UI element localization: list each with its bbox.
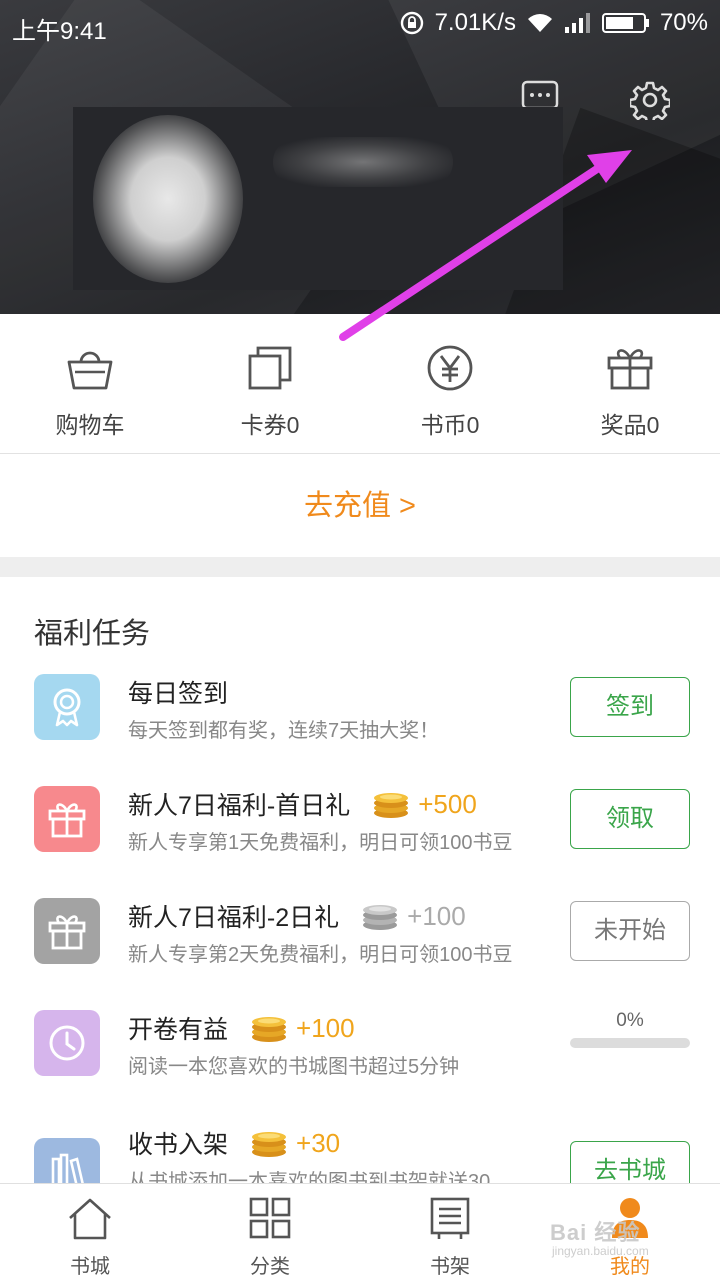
watermark-url: jingyan.baidu.com (552, 1244, 649, 1258)
gold-coins-icon (374, 793, 409, 818)
recharge-link[interactable]: 去充值 > (0, 455, 720, 557)
home-icon (69, 1198, 111, 1240)
task-title-text: 每日签到 (128, 680, 229, 708)
claim-button[interactable]: 领取 (570, 789, 690, 849)
tab-label: 分类 (250, 1256, 290, 1278)
task-newbie-day1: 新人7日福利-首日礼 +500 新人专享第1天免费福利，明日可领100书豆 领取 (0, 786, 720, 898)
task-desc: 新人专享第1天免费福利，明日可领100书豆 (128, 832, 513, 854)
tab-category[interactable]: 分类 (180, 1184, 360, 1280)
rotation-lock-icon (400, 11, 423, 35)
task-icon-bg (34, 1010, 100, 1076)
task-icon-bg (34, 674, 100, 740)
wifi-icon (527, 14, 552, 32)
medal-icon (53, 688, 81, 727)
tab-label: 书城 (70, 1256, 110, 1278)
quick-cart-label: 购物车 (55, 412, 125, 438)
bookshelf-icon (430, 1197, 470, 1239)
username (273, 137, 453, 187)
section-divider (0, 557, 720, 577)
task-reward: +30 (296, 1127, 341, 1158)
task-title-text: 收书入架 (128, 1131, 229, 1159)
task-title: 开卷有益 +100 (128, 1010, 355, 1046)
task-reading: 开卷有益 +100 阅读一本您喜欢的书城图书超过5分钟 0% (0, 1010, 720, 1122)
clock-icon (49, 1025, 85, 1061)
task-title: 新人7日福利-首日礼 +500 (128, 786, 477, 822)
status-bar: 上午9:41 7.01K/s 70% (0, 0, 720, 50)
task-icon-bg (34, 786, 100, 852)
tasks-section-title: 福利任务 (34, 618, 151, 650)
battery-icon (601, 13, 649, 33)
tab-label: 书架 (430, 1256, 470, 1278)
basket-icon (67, 351, 113, 390)
quick-prizes-label: 奖品0 (600, 412, 660, 438)
task-title: 每日签到 (128, 674, 228, 710)
progress-bar (570, 1038, 690, 1048)
gold-coins-icon (252, 1017, 287, 1042)
signin-button[interactable]: 签到 (570, 677, 690, 737)
task-desc: 阅读一本您喜欢的书城图书超过5分钟 (128, 1056, 460, 1078)
quick-actions-row: 购物车 卡券0 书币0 奖品0 (0, 314, 720, 454)
task-progress: 0% (570, 1010, 690, 1048)
status-time: 上午9:41 (12, 18, 107, 45)
task-reward: +500 (418, 788, 477, 819)
signal-icon (564, 13, 590, 33)
tab-bookshelf[interactable]: 书架 (360, 1184, 540, 1280)
profile-header: 上午9:41 7.01K/s 70% (0, 0, 720, 314)
silver-coins-icon (363, 905, 398, 930)
gold-coins-icon (252, 1132, 287, 1157)
gift-icon (607, 349, 653, 390)
tab-bookstore[interactable]: 书城 (0, 1184, 180, 1280)
quick-coupons-label: 卡券0 (240, 412, 300, 438)
quick-bookcoins[interactable]: 书币0 (360, 314, 540, 454)
task-title-text: 新人7日福利-首日礼 (128, 792, 351, 820)
yen-coin-icon (427, 345, 473, 391)
quick-bookcoins-label: 书币0 (420, 412, 480, 438)
quick-prizes[interactable]: 奖品0 (540, 314, 720, 454)
progress-percent: 0% (616, 1010, 644, 1031)
task-reward: +100 (296, 1012, 355, 1043)
network-speed: 7.01K/s (434, 9, 516, 36)
task-daily-signin: 每日签到 每天签到都有奖，连续7天抽大奖！ 签到 (0, 674, 720, 786)
gear-icon[interactable] (630, 80, 670, 120)
quick-coupons[interactable]: 卡券0 (180, 314, 360, 454)
task-icon-bg (34, 898, 100, 964)
task-title-text: 开卷有益 (128, 1016, 229, 1044)
avatar[interactable] (93, 115, 243, 283)
card-icon (248, 346, 292, 390)
not-started-button[interactable]: 未开始 (570, 901, 690, 961)
task-title: 新人7日福利-2日礼 +100 (128, 898, 466, 934)
task-title-text: 新人7日福利-2日礼 (128, 904, 340, 932)
quick-cart[interactable]: 购物车 (0, 314, 180, 454)
watermark: Bai 经验 (550, 1220, 641, 1245)
grid-icon (249, 1197, 291, 1239)
task-desc: 每天签到都有奖，连续7天抽大奖！ (128, 720, 440, 742)
task-title: 收书入架 +30 (128, 1125, 340, 1161)
task-reward: +100 (407, 900, 466, 931)
task-desc: 新人专享第2天免费福利，明日可领100书豆 (128, 944, 513, 966)
gift-icon (48, 915, 86, 950)
task-newbie-day2: 新人7日福利-2日礼 +100 新人专享第2天免费福利，明日可领100书豆 未开… (0, 898, 720, 1010)
gift-icon (48, 803, 86, 838)
blurred-user-info (73, 107, 563, 290)
battery-percent: 70% (659, 9, 708, 36)
